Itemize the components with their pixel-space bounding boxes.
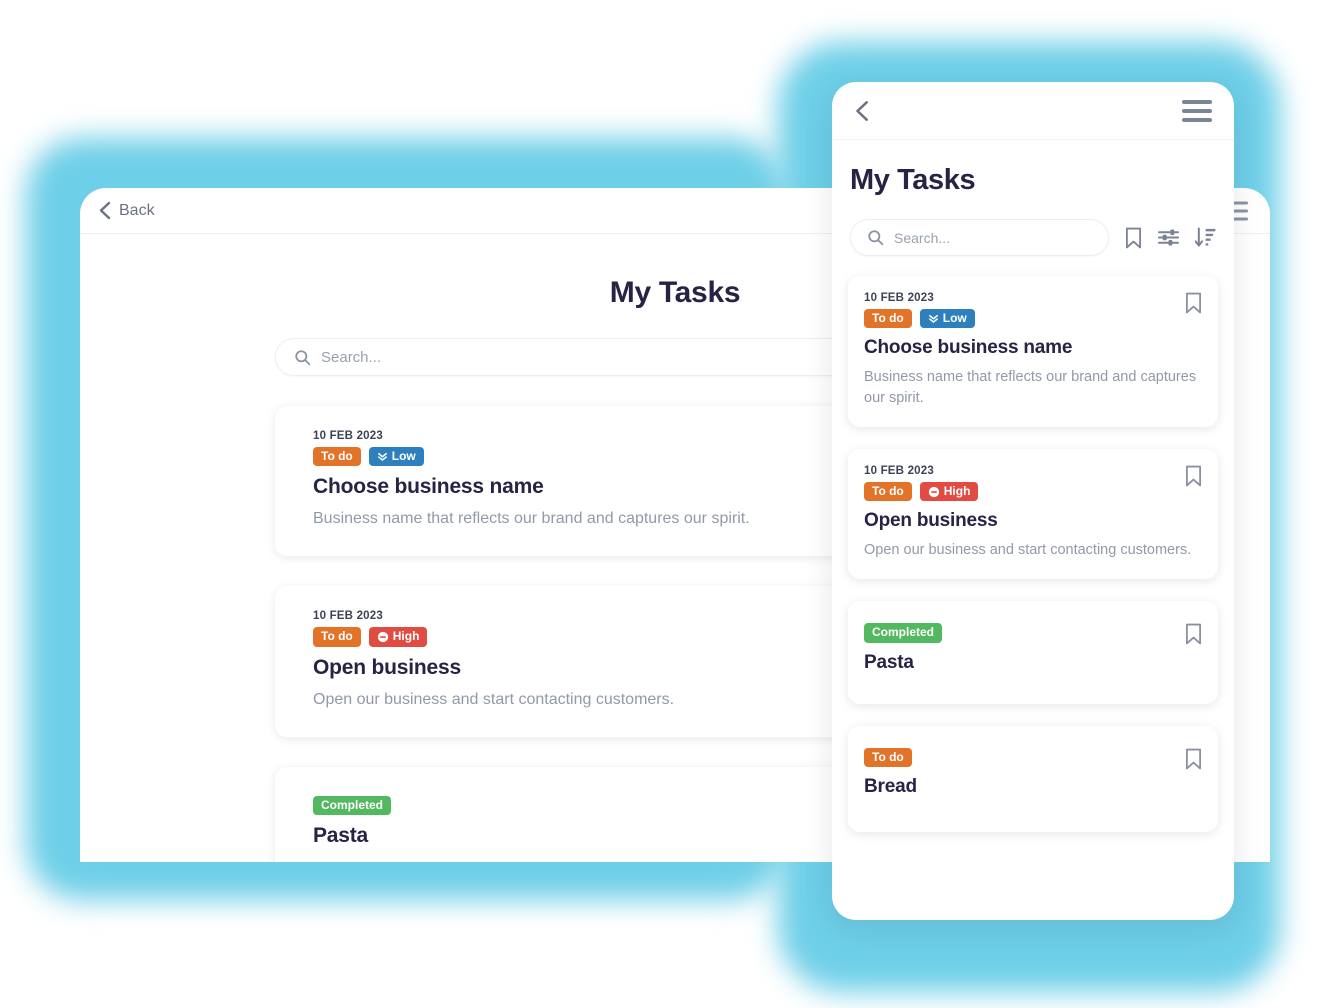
hamburger-menu-icon[interactable] — [1182, 99, 1212, 122]
task-description: Business name that reflects our brand an… — [864, 369, 1197, 407]
status-badge: To do — [864, 747, 912, 767]
chevron-left-icon[interactable] — [854, 100, 869, 122]
search-placeholder: Search... — [321, 348, 382, 366]
task-card[interactable]: Completed Pasta — [848, 601, 1218, 704]
bookmark-icon[interactable] — [1185, 623, 1202, 645]
task-date: 10 FEB 2023 — [864, 465, 934, 478]
search-toolbar: Search... — [848, 219, 1218, 256]
priority-badge-label: Low — [391, 449, 416, 463]
task-description: Open our business and start contacting c… — [864, 542, 1192, 559]
status-badge: Completed — [864, 623, 943, 643]
phone-task-list: 10 FEB 2023 To do Low Choose business na… — [848, 276, 1218, 832]
status-badge: To do — [313, 627, 361, 647]
search-placeholder: Search... — [894, 229, 951, 246]
status-badge-label: To do — [872, 749, 904, 764]
minus-circle-icon — [377, 631, 388, 643]
search-icon — [868, 230, 884, 246]
sort-descending-icon[interactable] — [1195, 226, 1216, 249]
minus-circle-icon — [928, 486, 939, 497]
task-card[interactable]: To do Bread — [848, 725, 1218, 832]
status-badge-label: Completed — [872, 625, 935, 640]
phone-panel: My Tasks Search... 10 FEB 2023 To do Low… — [832, 82, 1234, 920]
back-button[interactable]: Back — [98, 201, 155, 220]
priority-badge: High — [919, 482, 979, 502]
task-badges: To do — [864, 747, 1202, 767]
chevron-double-down-icon — [377, 453, 387, 461]
status-badge: To do — [864, 309, 912, 329]
search-input[interactable]: Search... — [850, 219, 1109, 256]
priority-badge-label: High — [392, 629, 420, 644]
task-title: Pasta — [864, 651, 914, 673]
toolbar-icons — [1125, 226, 1216, 249]
priority-badge: High — [368, 627, 428, 647]
chevron-double-down-icon — [928, 315, 938, 323]
page-title: My Tasks — [850, 164, 976, 196]
priority-badge-label: High — [943, 484, 971, 499]
status-badge-label: To do — [872, 484, 904, 499]
bookmark-icon[interactable] — [1185, 292, 1202, 314]
task-card[interactable]: 10 FEB 2023 To do Low Choose business na… — [848, 276, 1218, 428]
status-badge-label: To do — [321, 629, 353, 644]
status-badge-label: To do — [872, 311, 904, 325]
task-card[interactable]: 10 FEB 2023 To do High Open business Ope… — [848, 449, 1218, 580]
status-badge: Completed — [313, 795, 392, 815]
task-badges: To do Low — [864, 309, 1202, 329]
phone-body: My Tasks Search... 10 FEB 2023 To do Low… — [832, 140, 1234, 832]
priority-badge: Low — [919, 309, 975, 329]
back-button-label: Back — [119, 201, 155, 219]
filter-sliders-icon[interactable] — [1158, 227, 1179, 248]
bookmark-icon[interactable] — [1185, 748, 1202, 770]
priority-badge: Low — [368, 447, 424, 467]
task-date: 10 FEB 2023 — [864, 292, 934, 304]
priority-badge-label: Low — [942, 311, 967, 325]
phone-topbar — [832, 82, 1234, 140]
task-badges: Completed — [864, 623, 1202, 643]
screenshot-stage: Back My Tasks Search... 10 FEB 2023 To d… — [0, 0, 1327, 1008]
bookmark-filter-icon[interactable] — [1125, 227, 1142, 249]
task-title: Open business — [864, 510, 998, 532]
chevron-left-icon — [99, 201, 111, 220]
hamburger-bar — [1182, 117, 1212, 122]
task-title: Bread — [864, 775, 917, 797]
search-icon — [295, 349, 311, 365]
task-badges: To do High — [864, 482, 1202, 502]
status-badge: To do — [313, 447, 361, 467]
status-badge: To do — [864, 482, 912, 502]
hamburger-bar — [1182, 108, 1212, 113]
status-badge-label: Completed — [321, 797, 384, 812]
task-title: Choose business name — [864, 337, 1073, 359]
status-badge-label: To do — [321, 449, 353, 463]
bookmark-icon[interactable] — [1185, 465, 1202, 487]
hamburger-bar — [1182, 99, 1212, 104]
